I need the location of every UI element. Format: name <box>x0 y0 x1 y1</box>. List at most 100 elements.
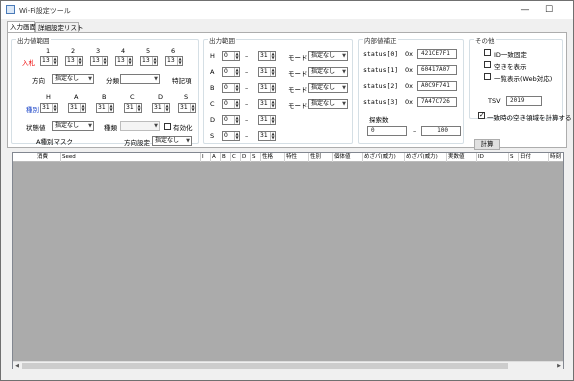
range-row-label: C <box>210 100 215 108</box>
direction-setting-select[interactable]: 指定なし ▼ <box>152 136 192 146</box>
col-header-hp-2[interactable]: めざパ(威力) <box>405 153 447 162</box>
enable-checkbox[interactable] <box>164 123 171 130</box>
group-output-range-title: 出力値範囲 <box>16 35 51 45</box>
mode-select-3[interactable]: 指定なし ▼ <box>308 83 348 93</box>
minimize-button[interactable]: — <box>513 1 537 19</box>
col-header: 6 <box>171 47 176 55</box>
type-spinner-3[interactable]: 31 ▲ ▼ <box>96 103 114 113</box>
status-1-input[interactable]: 60417A07 <box>417 65 457 75</box>
grid-header: 消費 Seed I A B C D S 性格 特性 性別 個体値 めざパ(威力)… <box>13 153 563 162</box>
search-range-sep: – <box>413 127 417 135</box>
col-header-s[interactable]: S <box>251 153 261 162</box>
range-max-b[interactable]: 31 ▲ ▼ <box>258 83 276 93</box>
bid-spinner-2[interactable]: 13 ▲ ▼ <box>65 56 83 66</box>
direction-select[interactable]: 指定なし ▼ <box>52 74 94 84</box>
category-select[interactable]: ▼ <box>120 74 160 84</box>
calculate-button[interactable]: 計算 <box>474 139 500 150</box>
range-min-c[interactable]: 0 ▲ ▼ <box>222 99 240 109</box>
status-2-input[interactable]: A0C9F741 <box>417 81 457 91</box>
range-max-c[interactable]: 31 ▲ ▼ <box>258 99 276 109</box>
enable-label: 有効化 <box>173 124 193 132</box>
range-max-d[interactable]: 31 ▲ ▼ <box>258 115 276 125</box>
status-label: status[3] <box>363 98 399 106</box>
bid-spinner-4[interactable]: 13 ▲ ▼ <box>115 56 133 66</box>
range-min-h[interactable]: 0 ▲ ▼ <box>222 51 240 61</box>
col-header-date[interactable]: 日付 <box>519 153 549 162</box>
col-header-id[interactable]: ID <box>477 153 509 162</box>
range-max-a[interactable]: 31 ▲ ▼ <box>258 67 276 77</box>
type-spinner-6[interactable]: 31 ▲ ▼ <box>178 103 196 113</box>
col-header-consume[interactable]: 消費 <box>13 153 61 162</box>
maximize-button[interactable]: ☐ <box>537 1 561 19</box>
range-min-a[interactable]: 0 ▲ ▼ <box>222 67 240 77</box>
col-header-hp-1[interactable]: めざパ(威力) <box>363 153 405 162</box>
col-header-gender[interactable]: 性別 <box>309 153 333 162</box>
app-icon <box>6 5 15 14</box>
tab-panel: 出力値範囲 1 2 3 4 5 6 入札 13 ▲ ▼ 13 ▲ ▼ 13 ▲ ▼ 13 ▲ ▼… <box>7 32 572 150</box>
status-prefix: 0x <box>405 66 413 74</box>
col-header-b[interactable]: B <box>221 153 231 162</box>
col-header-time[interactable]: 時刻 <box>549 153 563 162</box>
status-prefix: 0x <box>405 82 413 90</box>
search-to-input[interactable]: 100 <box>421 126 461 136</box>
group-output-range: 出力値範囲 1 2 3 4 5 6 入札 13 ▲ ▼ 13 ▲ ▼ 13 ▲ ▼ 13 ▲ ▼… <box>11 35 199 147</box>
range-max-h[interactable]: 31 ▲ ▼ <box>258 51 276 61</box>
range-row-label: H <box>210 52 215 60</box>
col-header-seed[interactable]: Seed <box>61 153 201 162</box>
bid-spinner-6[interactable]: 13 ▲ ▼ <box>165 56 183 66</box>
status-0-input[interactable]: 421CE7F1 <box>417 49 457 59</box>
type-spinner-5[interactable]: 31 ▲ ▼ <box>152 103 170 113</box>
title-bar: Wi-Fi設定ツール — ☐ ✕ <box>1 1 573 19</box>
range-row-label: B <box>210 84 215 92</box>
results-grid[interactable]: 消費 Seed I A B C D S 性格 特性 性別 個体値 めざパ(威力)… <box>12 152 564 369</box>
type-spinner-2[interactable]: 31 ▲ ▼ <box>68 103 86 113</box>
type-spinner-1[interactable]: 31 ▲ ▼ <box>40 103 58 113</box>
col-header: H <box>46 93 51 101</box>
range-min-s[interactable]: 0 ▲ ▼ <box>222 131 240 141</box>
direction-setting-label: 方向設定 <box>124 139 150 147</box>
group-internal: 内部値補正 status[0] 0x 421CE7F1 status[1] 0x… <box>358 35 464 144</box>
scroll-thumb[interactable] <box>22 363 508 369</box>
col-header-d[interactable]: D <box>241 153 251 162</box>
col-header: B <box>102 93 107 101</box>
col-header-ability[interactable]: 特性 <box>285 153 309 162</box>
bid-spinner-1[interactable]: 13 ▲ ▼ <box>40 56 58 66</box>
id-fix-checkbox[interactable] <box>484 49 491 56</box>
col-header-s2[interactable]: S <box>509 153 519 162</box>
status-3-input[interactable]: 7A47C726 <box>417 97 457 107</box>
list-view-checkbox[interactable] <box>484 73 491 80</box>
horizontal-scrollbar[interactable]: ◀ ▶ <box>13 361 563 369</box>
range-min-b[interactable]: 0 ▲ ▼ <box>222 83 240 93</box>
window-title: Wi-Fi設定ツール <box>19 7 71 15</box>
col-header-nature[interactable]: 性格 <box>261 153 285 162</box>
bid-spinner-3[interactable]: 13 ▲ ▼ <box>90 56 108 66</box>
range-min-d[interactable]: 0 ▲ ▼ <box>222 115 240 125</box>
tsv-input[interactable]: 2019 <box>506 96 542 106</box>
row-label-bid: 入札 <box>22 59 35 67</box>
type-spinner-4[interactable]: 31 ▲ ▼ <box>124 103 142 113</box>
mode-select-4[interactable]: 指定なし ▼ <box>308 99 348 109</box>
scroll-right-icon[interactable]: ▶ <box>555 362 563 370</box>
group-range-title: 出力範囲 <box>208 35 236 45</box>
mode-select-2[interactable]: 指定なし ▼ <box>308 67 348 77</box>
col-header-a[interactable]: A <box>211 153 221 162</box>
status-prefix: 0x <box>405 50 413 58</box>
col-header-stats[interactable]: 実数値 <box>447 153 477 162</box>
show-empty-checkbox[interactable] <box>484 61 491 68</box>
mode-select-1[interactable]: 指定なし ▼ <box>308 51 348 61</box>
kind-select[interactable]: ▼ <box>120 121 160 131</box>
col-header-ivs[interactable]: 個体値 <box>333 153 363 162</box>
group-internal-title: 内部値補正 <box>363 35 398 45</box>
state-select[interactable]: 指定なし ▼ <box>52 121 94 131</box>
group-range: 出力範囲 H 0 ▲ ▼ – 31 ▲ ▼ モード1 指定なし ▼ A 0 ▲ ▼ – 31 ▲… <box>203 35 353 144</box>
search-from-input[interactable]: 0 <box>367 126 407 136</box>
range-sep: – <box>245 116 249 124</box>
bid-spinner-5[interactable]: 13 ▲ ▼ <box>140 56 158 66</box>
col-header: 5 <box>146 47 151 55</box>
col-header-i[interactable]: I <box>201 153 211 162</box>
range-max-s[interactable]: 31 ▲ ▼ <box>258 131 276 141</box>
scroll-left-icon[interactable]: ◀ <box>13 362 21 370</box>
col-header-c[interactable]: C <box>231 153 241 162</box>
calc-empty-checkbox[interactable] <box>478 111 485 119</box>
main-window: Wi-Fi設定ツール — ☐ ✕ 入力画面 詳細設定リスト 出力値範囲 1 2 … <box>0 0 574 381</box>
